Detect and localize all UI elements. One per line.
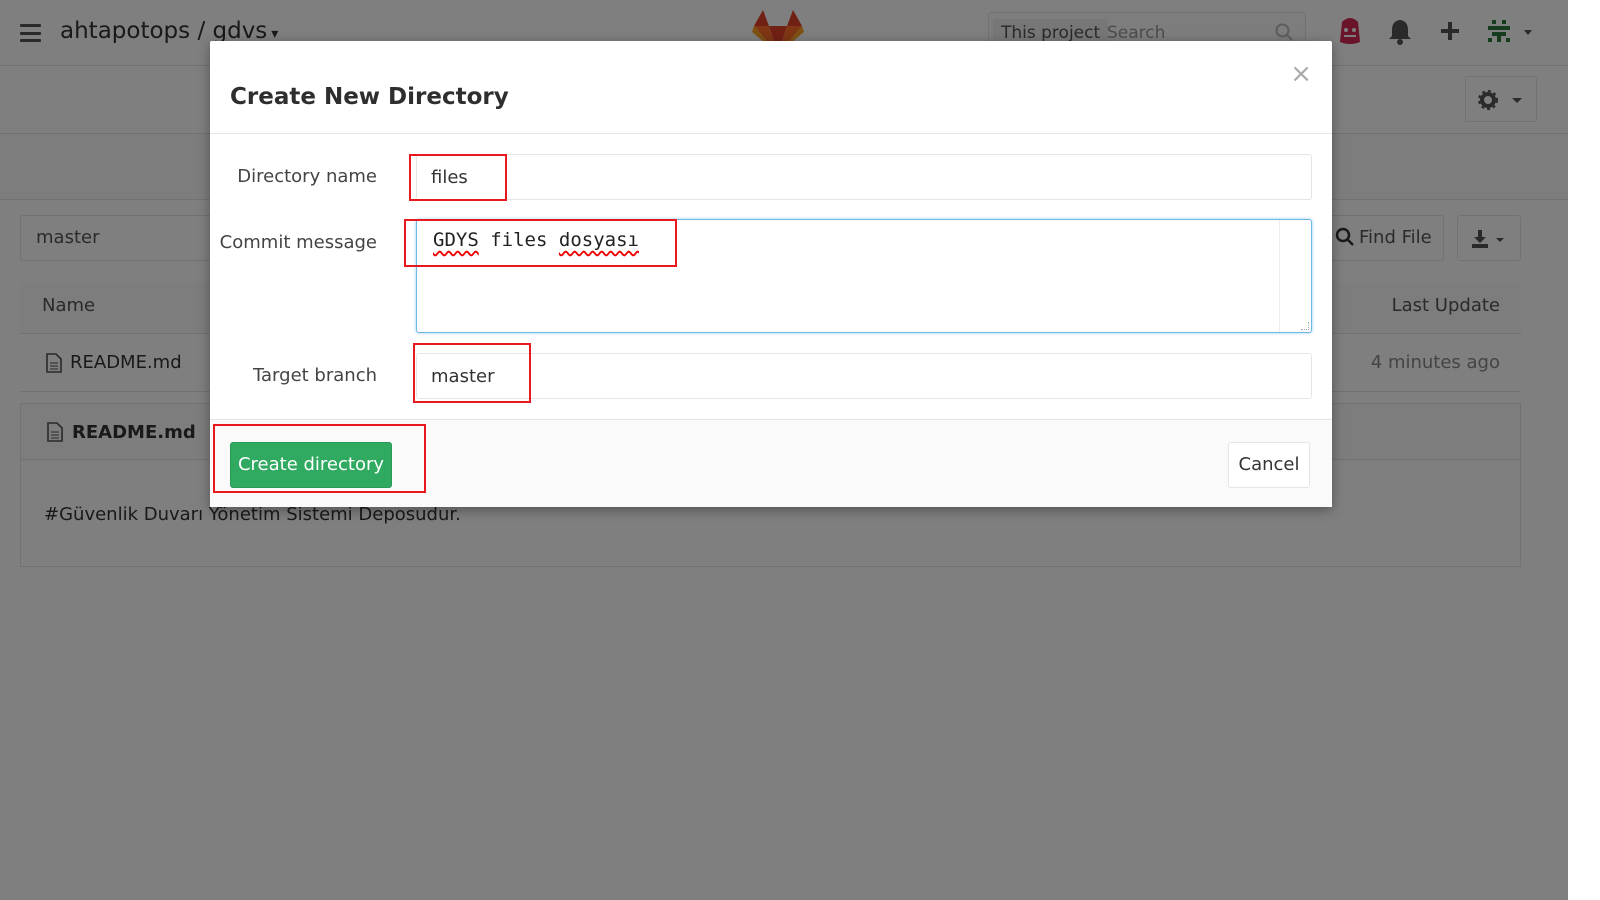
commit-message-textarea[interactable]: GDYS files dosyası: [416, 219, 1312, 333]
window-edge: [1568, 0, 1600, 900]
cancel-button[interactable]: Cancel: [1228, 442, 1310, 488]
modal-header: Create New Directory ×: [210, 41, 1332, 134]
create-directory-modal: Create New Directory × Directory name Co…: [210, 41, 1332, 507]
create-directory-button[interactable]: Create directory: [230, 442, 392, 488]
modal-footer: Create directory Cancel: [210, 419, 1332, 507]
commit-message-text: GDYS files dosyası: [433, 229, 639, 251]
resize-handle-icon[interactable]: [1301, 322, 1309, 330]
commit-message-label: Commit message: [219, 232, 377, 253]
commit-word: files: [490, 229, 548, 251]
textarea-scrollbar[interactable]: [1279, 220, 1311, 332]
directory-name-input[interactable]: [416, 154, 1312, 200]
target-branch-input[interactable]: [416, 353, 1312, 399]
close-icon[interactable]: ×: [1290, 59, 1312, 89]
commit-word-misspelled: GDYS: [433, 229, 479, 251]
target-branch-label: Target branch: [253, 365, 377, 386]
commit-word-misspelled: dosyası: [558, 229, 639, 251]
modal-title: Create New Directory: [230, 84, 509, 110]
directory-name-label: Directory name: [237, 166, 377, 187]
